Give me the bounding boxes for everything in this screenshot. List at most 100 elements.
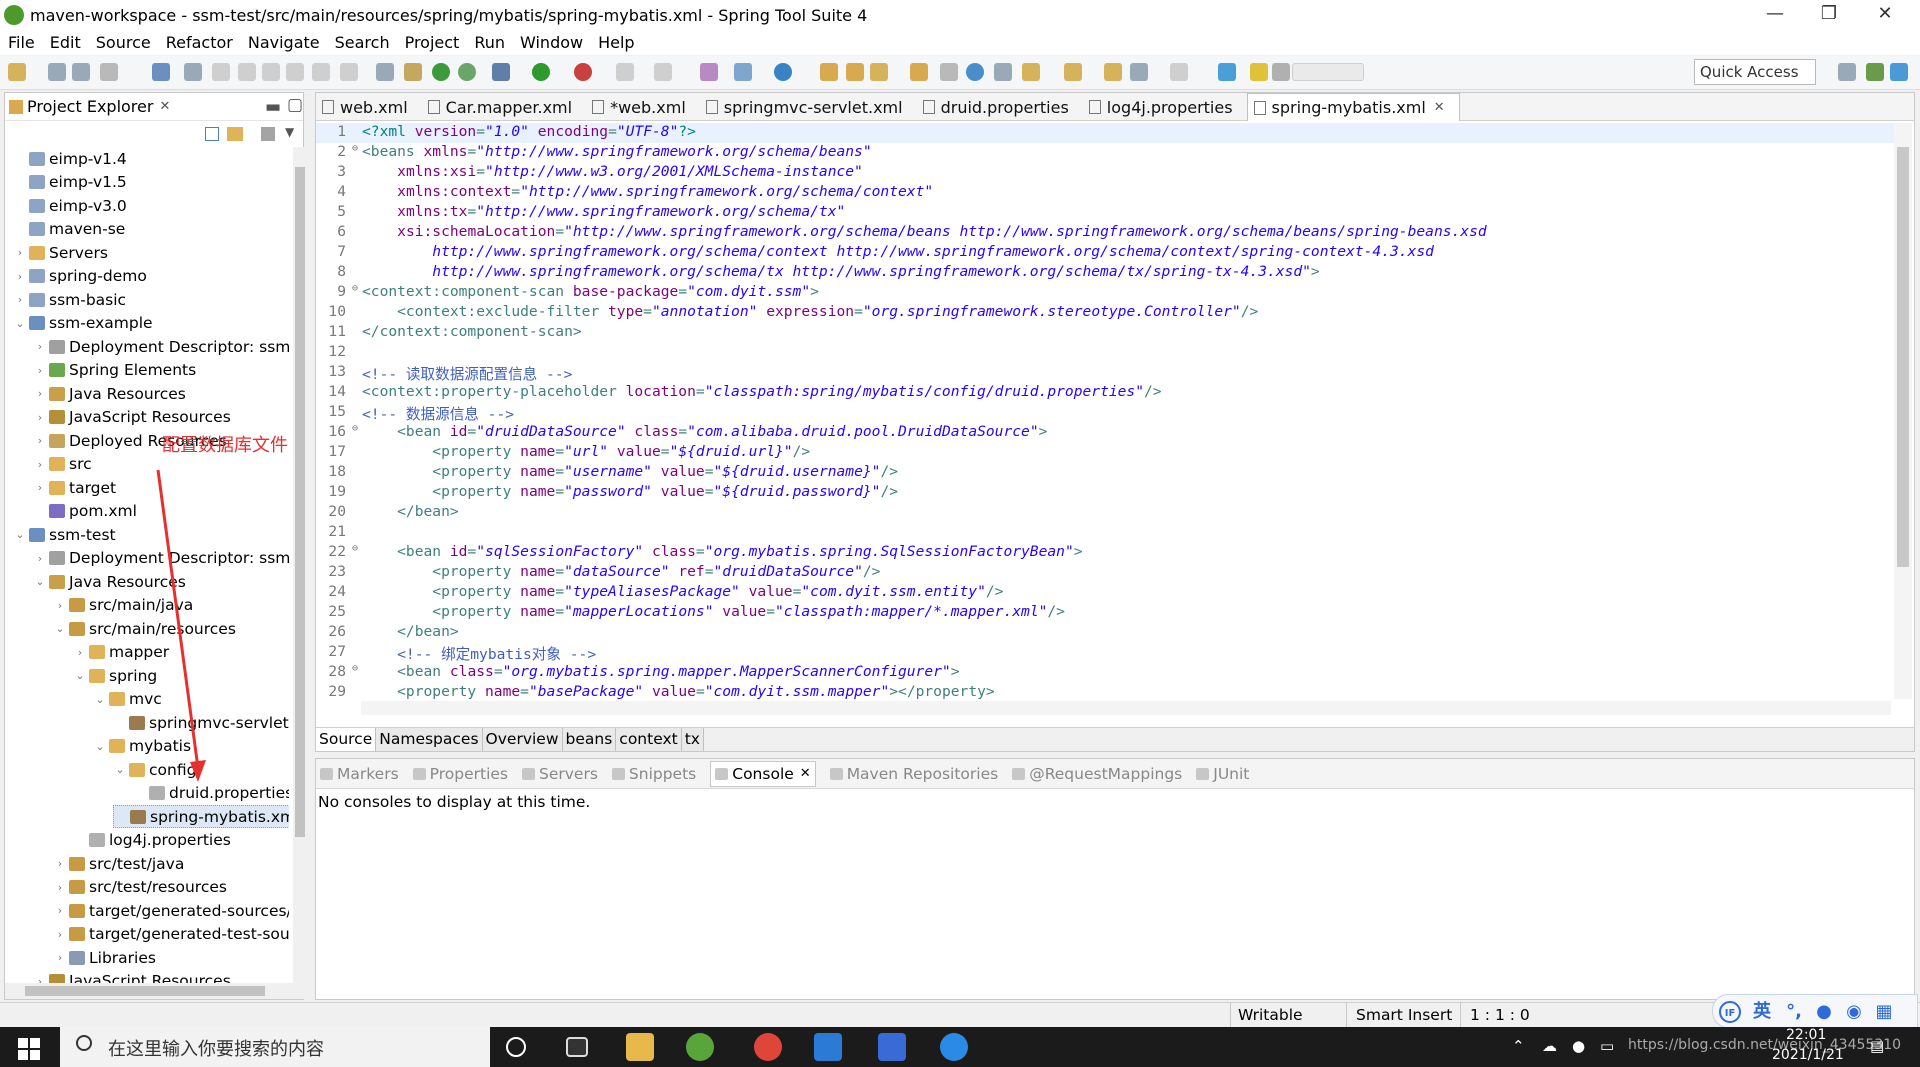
boot-dashboard-icon[interactable] [432,63,450,81]
menu-navigate[interactable]: Navigate [248,33,320,52]
console-view-tab[interactable]: Snippets [611,765,696,783]
code-line[interactable]: 25 <property name="mapperLocations" valu… [316,603,1896,623]
skip-breakpoints-icon[interactable] [184,63,202,81]
code-line[interactable]: 1 <?xml version="1.0" encoding="UTF-8"?> [316,123,1896,143]
chevron-right-icon[interactable]: › [33,481,47,494]
tree-item[interactable]: › src/test/java [53,852,185,875]
spring-tool-suite-taskbar-icon[interactable] [686,1033,714,1061]
notification-icon[interactable]: ▤ [1870,1037,1884,1055]
chevron-down-icon[interactable]: ⌄ [73,669,87,682]
back-icon[interactable] [1130,63,1148,81]
editor-tab[interactable]: *web.xml [586,93,700,121]
open-folder-icon[interactable] [820,63,838,81]
code-line[interactable]: 17 <property name="url" value="${druid.u… [316,443,1896,463]
code-line[interactable]: 28 ⊖ <bean class="org.mybatis.spring.mapp… [316,663,1896,683]
scroll-thumb[interactable] [1897,147,1909,567]
tree-item[interactable]: ⌄ mybatis [93,735,191,758]
clock-date[interactable]: 2021/1/21 [1772,1047,1844,1063]
menu-help[interactable]: Help [598,33,634,52]
code-line[interactable]: 26 </bean> [316,623,1896,643]
chevron-right-icon[interactable]: › [33,458,47,471]
step-into-icon[interactable] [312,63,330,81]
code-line[interactable]: 11 </context:component-scan> [316,323,1896,343]
clock-time[interactable]: 22:01 [1786,1027,1826,1043]
new-icon[interactable] [8,63,26,81]
save-icon[interactable] [48,63,66,81]
new-class-icon[interactable] [774,63,792,81]
tree-item[interactable]: › JavaScript Resources [33,970,231,983]
editor-tab[interactable]: spring-mybatis.xml ✕ [1246,93,1460,121]
taskbar-search-input[interactable]: 在这里输入你要搜索的内容 [60,1027,490,1067]
tree-item[interactable]: druid.properties [133,782,289,805]
editor-tab[interactable]: log4j.properties [1083,93,1247,121]
code-line[interactable]: 2 ⊖ <beans xmlns="http://www.springframewo… [316,143,1896,163]
tree-item[interactable]: eimp-v3.0 [13,194,127,217]
tree-item[interactable]: › Spring Elements [33,359,196,382]
editor-page-tab[interactable]: beans [562,728,617,751]
code-line[interactable]: 3 xmlns:xsi="http://www.w3.org/2001/XMLS… [316,163,1896,183]
close-tab-icon[interactable]: ✕ [800,766,811,781]
collapse-all-icon[interactable] [205,127,219,141]
browser-icon[interactable] [940,1033,968,1061]
tree-item[interactable]: ⌄ config [113,758,196,781]
restore-button[interactable]: ❐ [1806,0,1852,30]
suspend-icon[interactable] [238,63,256,81]
code-line[interactable]: 22 ⊖ <bean id="sqlSessionFactory" class="… [316,543,1896,563]
tree-item[interactable]: › Servers [13,241,108,264]
chevron-right-icon[interactable]: › [53,904,67,917]
chevron-down-icon[interactable]: ⌄ [113,763,127,776]
tree-item[interactable]: eimp-v1.5 [13,171,127,194]
tree-item[interactable]: › src [33,453,92,476]
run-icon[interactable] [532,63,550,81]
chevron-right-icon[interactable]: › [33,340,47,353]
code-line[interactable]: 27 <!-- 绑定mybatis对象 --> [316,643,1896,663]
console-view-tab[interactable]: Console ✕ [710,760,816,787]
chevron-right-icon[interactable]: › [53,928,67,941]
tree-item[interactable]: ⌄ ssm-example [13,312,152,335]
code-line[interactable]: 10 <context:exclude-filter type="annotat… [316,303,1896,323]
tray-chevron-icon[interactable]: ⌃ [1512,1037,1525,1055]
chevron-right-icon[interactable]: › [53,881,67,894]
next-annotation-icon[interactable] [1022,63,1040,81]
toolbar-dropdown[interactable] [1292,63,1364,81]
code-line[interactable]: 8 http://www.springframework.org/schema/… [316,263,1896,283]
tree-item[interactable]: ⌄ Java Resources [33,570,185,593]
tree-item[interactable]: springmvc-servlet.x [113,711,289,734]
code-line[interactable]: 4 xmlns:context="http://www.springframew… [316,183,1896,203]
editor-hscrollbar[interactable] [361,701,1891,715]
chevron-right-icon[interactable]: › [33,387,47,400]
menu-refactor[interactable]: Refactor [166,33,233,52]
code-line[interactable]: 20 </bean> [316,503,1896,523]
grid-icon[interactable] [1272,63,1290,81]
menu-source[interactable]: Source [96,33,151,52]
menu-run[interactable]: Run [474,33,505,52]
chrome-icon[interactable] [754,1033,782,1061]
close-button[interactable]: ✕ [1862,0,1908,30]
qq-icon[interactable]: ● [1572,1037,1585,1055]
tree-item[interactable]: › Deployment Descriptor: ssm-e [33,335,289,358]
resume-icon[interactable] [212,63,230,81]
code-line[interactable]: 7 http://www.springframework.org/schema/… [316,243,1896,263]
toggle-highlight-icon[interactable] [1250,63,1268,81]
new-java-project-icon[interactable] [700,63,718,81]
tree-item[interactable]: › target/generated-test-sour [53,923,289,946]
editor-tab[interactable]: web.xml [316,93,422,121]
new-package-icon[interactable] [734,63,752,81]
ime-language-toggle[interactable]: 英 [1751,1001,1773,1023]
editor-tab[interactable]: Car.mapper.xml [422,93,586,121]
code-line[interactable]: 18 <property name="username" value="${dr… [316,463,1896,483]
save-all-icon[interactable] [72,63,90,81]
quick-access-input[interactable]: Quick Access [1694,59,1816,85]
tree-item[interactable]: pom.xml [33,500,137,523]
tree-item[interactable]: spring-mybatis.xml [113,805,289,828]
chevron-right-icon[interactable]: › [53,951,67,964]
console-view-tab[interactable]: Servers [522,765,598,783]
coverage-icon[interactable] [654,63,672,81]
xml-editor[interactable]: 1 <?xml version="1.0" encoding="UTF-8"?> 2… [316,123,1896,699]
terminate-icon[interactable] [262,63,280,81]
forward-icon[interactable] [1170,63,1188,81]
task-view-icon[interactable] [566,1037,588,1057]
tree-item[interactable]: › JavaScript Resources [33,406,231,429]
view-menu-icon[interactable]: ▼ [285,125,294,139]
open-file-icon[interactable] [846,63,864,81]
